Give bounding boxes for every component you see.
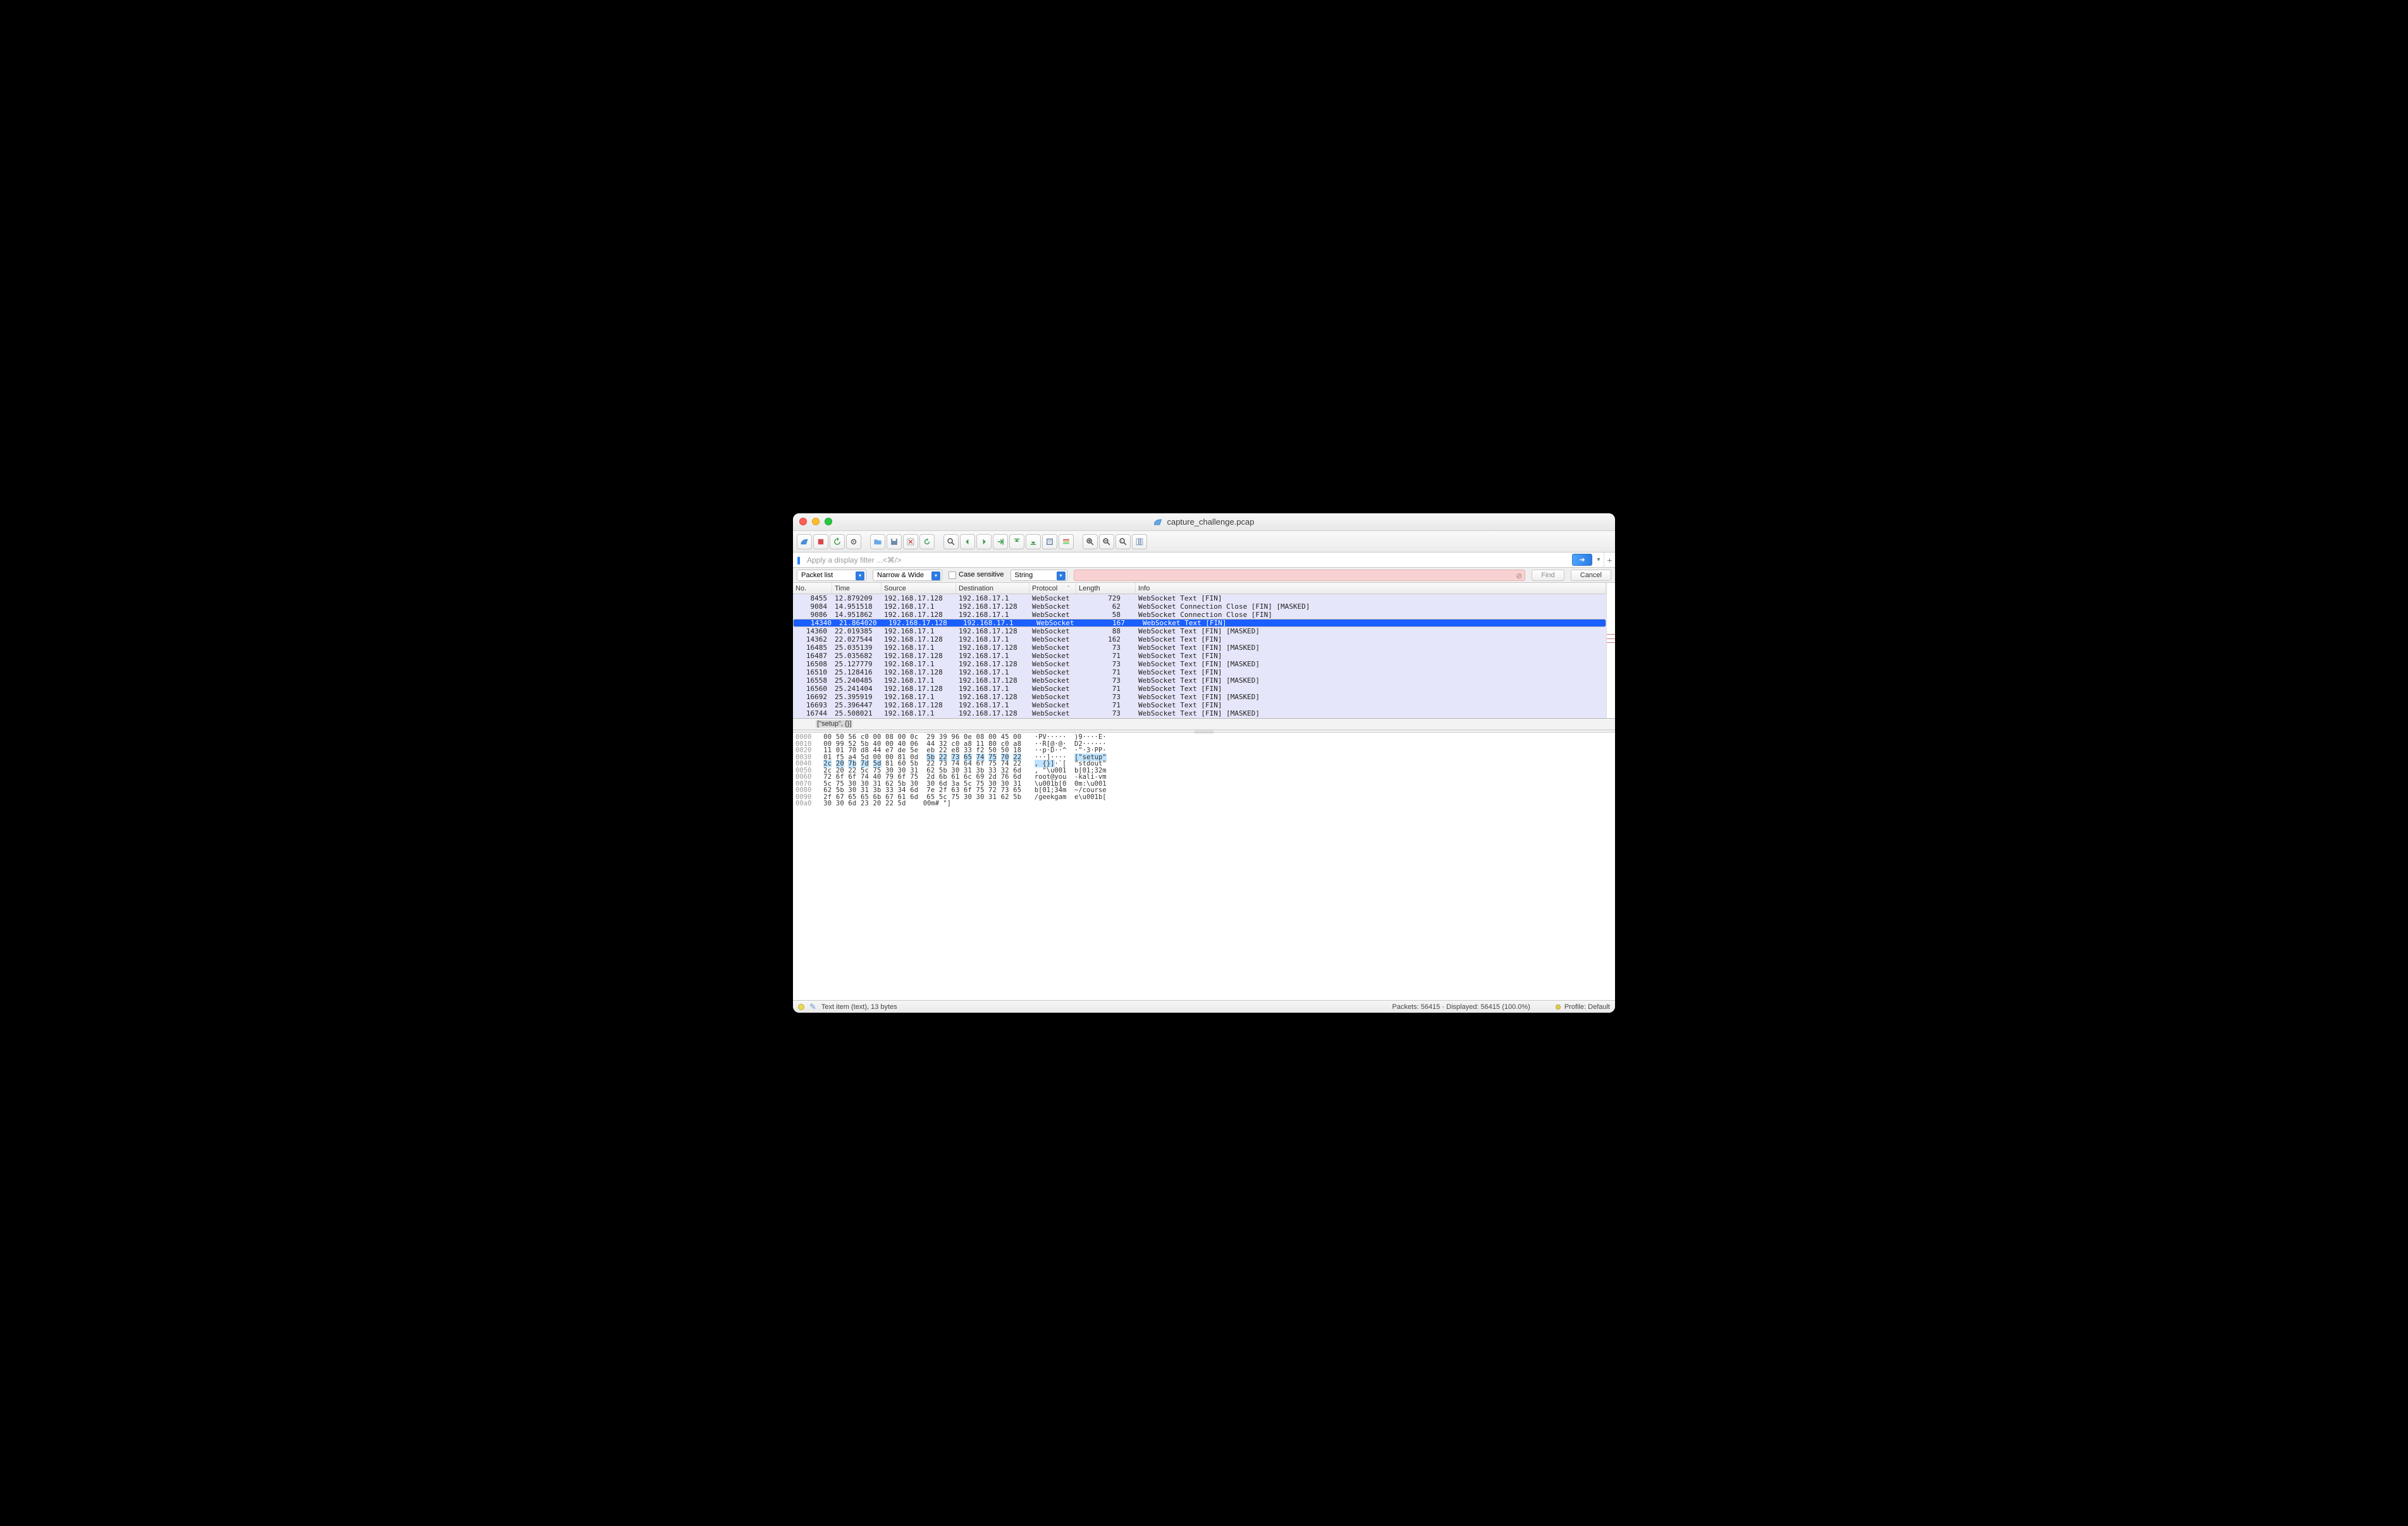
find-button[interactable]: Find bbox=[1532, 570, 1564, 581]
packet-row[interactable]: 908414.951518192.168.17.1192.168.17.128W… bbox=[793, 602, 1606, 611]
bookmark-icon[interactable]: ❚ bbox=[793, 552, 804, 567]
zoom-in-button[interactable] bbox=[1083, 534, 1098, 549]
status-profile[interactable]: Profile: Default bbox=[1543, 1003, 1610, 1011]
case-sensitive-checkbox[interactable]: Case sensitive bbox=[949, 571, 1004, 578]
packet-list-header[interactable]: No. Time Source Destination Protocolˆ Le… bbox=[793, 583, 1606, 594]
find-packet-button[interactable] bbox=[943, 534, 959, 549]
zoom-out-button[interactable] bbox=[1099, 534, 1114, 549]
titlebar: capture_challenge.pcap bbox=[793, 513, 1615, 531]
window-title: capture_challenge.pcap bbox=[1153, 517, 1254, 527]
col-header-no[interactable]: No. bbox=[793, 583, 832, 594]
packet-row[interactable]: 1656025.241404192.168.17.128192.168.17.1… bbox=[793, 685, 1606, 693]
open-file-button[interactable] bbox=[870, 534, 885, 549]
packet-details-pane[interactable]: ["setup", {}] bbox=[793, 719, 1615, 730]
go-last-button[interactable] bbox=[1026, 534, 1041, 549]
tree-selected-field[interactable]: ["setup", {}] bbox=[816, 720, 852, 728]
minimize-icon[interactable] bbox=[812, 518, 820, 525]
packet-row[interactable]: 1650825.127779192.168.17.1192.168.17.128… bbox=[793, 660, 1606, 668]
packet-row[interactable]: 1674525.508550192.168.17.128192.168.17.1… bbox=[793, 717, 1606, 718]
save-file-button[interactable] bbox=[887, 534, 902, 549]
zoom-reset-button[interactable]: 1 bbox=[1115, 534, 1131, 549]
zoom-icon[interactable] bbox=[825, 518, 832, 525]
sort-asc-icon: ˆ bbox=[1067, 585, 1069, 591]
packet-row[interactable]: 1669225.395919192.168.17.1192.168.17.128… bbox=[793, 693, 1606, 701]
find-width-select[interactable]: Narrow & Wide▾ bbox=[873, 570, 942, 581]
splitter-handle[interactable] bbox=[793, 730, 1615, 733]
display-filter-input[interactable] bbox=[804, 552, 1571, 567]
main-toolbar: 1 bbox=[793, 531, 1615, 552]
add-filter-button[interactable]: + bbox=[1604, 552, 1615, 567]
start-capture-button[interactable] bbox=[797, 534, 812, 549]
find-type-select[interactable]: String▾ bbox=[1010, 570, 1067, 581]
status-bar: ✎ Text item (text), 13 bytes Packets: 56… bbox=[793, 1000, 1615, 1013]
cancel-find-button[interactable]: Cancel bbox=[1571, 570, 1611, 581]
col-header-source[interactable]: Source bbox=[882, 583, 956, 594]
annotation-icon[interactable]: ✎ bbox=[809, 1002, 816, 1012]
hex-row[interactable]: 0090 2f 67 65 65 6b 67 61 6d 65 5c 75 30… bbox=[796, 794, 1615, 801]
restart-capture-button[interactable] bbox=[830, 534, 845, 549]
packet-row[interactable]: 1648725.035682192.168.17.128192.168.17.1… bbox=[793, 652, 1606, 660]
packet-row[interactable]: 1669325.396447192.168.17.128192.168.17.1… bbox=[793, 701, 1606, 709]
auto-scroll-button[interactable] bbox=[1042, 534, 1057, 549]
svg-text:1: 1 bbox=[1121, 539, 1123, 543]
packet-row[interactable]: 1436222.027544192.168.17.128192.168.17.1… bbox=[793, 635, 1606, 644]
app-window: capture_challenge.pcap 1 ❚ ➔ ▾ + bbox=[793, 513, 1615, 1013]
find-scope-select[interactable]: Packet list▾ bbox=[797, 570, 866, 581]
display-filter-bar: ❚ ➔ ▾ + bbox=[793, 552, 1615, 568]
find-pattern-input[interactable]: ⊘ bbox=[1074, 570, 1526, 581]
status-selected-field: Text item (text), 13 bytes bbox=[821, 1003, 897, 1011]
wireshark-icon bbox=[1153, 518, 1162, 527]
col-header-dest[interactable]: Destination bbox=[956, 583, 1029, 594]
packet-minimap[interactable] bbox=[1606, 583, 1615, 718]
profile-dot-icon bbox=[1556, 1004, 1561, 1010]
colorize-button[interactable] bbox=[1059, 534, 1074, 549]
packet-row[interactable]: 845512.879209192.168.17.128192.168.17.1W… bbox=[793, 594, 1606, 602]
resize-columns-button[interactable] bbox=[1132, 534, 1147, 549]
close-icon[interactable] bbox=[799, 518, 807, 525]
stop-capture-button[interactable] bbox=[813, 534, 828, 549]
packet-bytes-pane[interactable]: 0000 00 50 56 c0 00 08 00 0c 29 39 96 0e… bbox=[793, 733, 1615, 1000]
col-header-info[interactable]: Info bbox=[1136, 583, 1606, 594]
hex-row[interactable]: 00a0 30 30 6d 23 20 22 5d 00m# "] bbox=[796, 800, 1615, 807]
go-to-packet-button[interactable] bbox=[993, 534, 1008, 549]
expert-info-icon[interactable] bbox=[798, 1004, 804, 1010]
col-header-length[interactable]: Length bbox=[1076, 583, 1136, 594]
close-file-button[interactable] bbox=[903, 534, 918, 549]
go-forward-button[interactable] bbox=[976, 534, 992, 549]
status-packet-counts: Packets: 56415 · Displayed: 56415 (100.0… bbox=[897, 1003, 1543, 1011]
reload-button[interactable] bbox=[919, 534, 935, 549]
capture-options-button[interactable] bbox=[846, 534, 861, 549]
packet-row[interactable]: 1655825.240485192.168.17.1192.168.17.128… bbox=[793, 676, 1606, 685]
go-first-button[interactable] bbox=[1009, 534, 1024, 549]
packet-row[interactable]: 1648525.035139192.168.17.1192.168.17.128… bbox=[793, 644, 1606, 652]
packet-row[interactable]: 1651025.128416192.168.17.128192.168.17.1… bbox=[793, 668, 1606, 676]
clear-find-icon[interactable]: ⊘ bbox=[1516, 571, 1522, 580]
col-header-time[interactable]: Time bbox=[832, 583, 882, 594]
apply-filter-button[interactable]: ➔ bbox=[1572, 554, 1592, 566]
go-back-button[interactable] bbox=[960, 534, 975, 549]
packet-row[interactable]: 908614.951862192.168.17.128192.168.17.1W… bbox=[793, 611, 1606, 619]
packet-row[interactable]: 1434021.864020192.168.17.128192.168.17.1… bbox=[793, 619, 1606, 627]
packet-row[interactable]: 1674425.508021192.168.17.1192.168.17.128… bbox=[793, 709, 1606, 717]
packet-row[interactable]: 1436022.019385192.168.17.1192.168.17.128… bbox=[793, 627, 1606, 635]
find-bar: Packet list▾ Narrow & Wide▾ Case sensiti… bbox=[793, 568, 1615, 583]
packet-list[interactable]: No. Time Source Destination Protocolˆ Le… bbox=[793, 583, 1606, 718]
filter-history-button[interactable]: ▾ bbox=[1594, 552, 1604, 567]
col-header-proto[interactable]: Protocolˆ bbox=[1029, 583, 1076, 594]
